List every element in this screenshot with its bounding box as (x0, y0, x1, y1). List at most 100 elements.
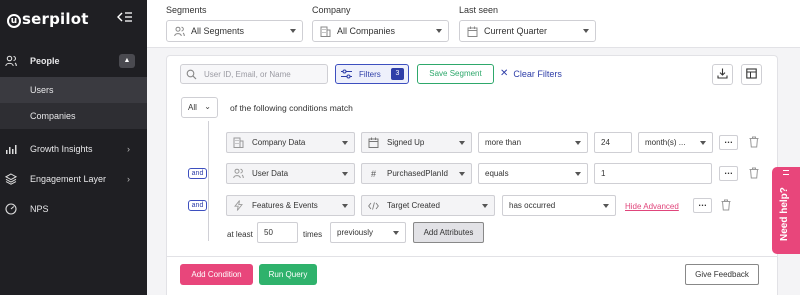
segments-value: All Segments (191, 26, 245, 36)
download-button[interactable] (712, 64, 733, 85)
caret-down-icon (482, 204, 488, 208)
table-columns-icon (746, 68, 757, 81)
company-filter: Company All Companies (312, 5, 449, 42)
condition-operator-value: equals (485, 169, 509, 178)
sidebar-item-engagement-layer[interactable]: Engagement Layer › (0, 166, 147, 192)
logo-mark: u (7, 14, 21, 28)
condition-property-value: Target Created (387, 201, 440, 210)
logo[interactable]: u serpilot (7, 10, 89, 28)
match-quantifier-value: All (188, 103, 197, 112)
condition-property-dropdown[interactable]: Signed Up (361, 132, 472, 153)
sidebar: u serpilot People ▲ Users Companies Growt… (0, 0, 147, 295)
segment-builder-card: Filters 3 Save Segment ✕ Clear Filters A… (166, 55, 778, 295)
segments-label: Segments (166, 5, 207, 15)
caret-down-icon (342, 141, 348, 145)
chevron-right-icon: › (127, 174, 130, 184)
sidebar-item-growth-insights[interactable]: Growth Insights › (0, 136, 147, 162)
trash-icon[interactable] (721, 199, 731, 211)
add-attributes-button[interactable]: Add Attributes (413, 222, 484, 243)
condition-property-value: PurchasedPlanId (387, 169, 448, 178)
columns-button[interactable] (741, 64, 762, 85)
building-icon (233, 137, 244, 148)
condition-source-dropdown[interactable]: User Data (226, 163, 355, 184)
calendar-icon (467, 26, 478, 37)
collapse-sidebar-icon[interactable] (117, 11, 135, 25)
match-quantifier-dropdown[interactable]: All ⌄ (181, 97, 218, 118)
chevron-down-icon: ⌄ (204, 102, 211, 111)
condition-property-value: Signed Up (387, 138, 425, 147)
hide-advanced-link[interactable]: Hide Advanced (625, 202, 679, 211)
run-query-button[interactable]: Run Query (259, 264, 317, 285)
code-icon (368, 200, 379, 211)
condition-operator-value: more than (485, 138, 522, 147)
at-least-label: at least (227, 230, 253, 239)
sidebar-item-users[interactable]: Users (0, 77, 147, 103)
add-condition-button[interactable]: Add Condition (180, 264, 253, 285)
sidebar-item-nps[interactable]: NPS (0, 196, 147, 222)
condition-unit-value: month(s) ... (645, 138, 686, 147)
give-feedback-button[interactable]: Give Feedback (685, 264, 759, 285)
caret-down-icon (342, 172, 348, 176)
clear-filters-button[interactable]: ✕ Clear Filters (500, 68, 562, 79)
condition-operator-dropdown[interactable]: equals (478, 163, 588, 184)
company-dropdown[interactable]: All Companies (312, 20, 449, 42)
download-icon (717, 68, 728, 81)
condition-unit-dropdown[interactable]: month(s) ... (638, 132, 713, 153)
caret-down-icon (459, 172, 465, 176)
condition-value-input[interactable]: 24 (594, 132, 632, 153)
need-help-tab[interactable]: Need help? (772, 167, 800, 254)
and-connector-badge: and (188, 168, 207, 179)
condition-more-button[interactable]: … (693, 198, 712, 213)
condition-connector-line (208, 121, 209, 241)
trash-icon[interactable] (749, 167, 759, 179)
caret-down-icon (459, 141, 465, 145)
layers-icon (5, 173, 17, 185)
search-input[interactable] (204, 69, 324, 79)
filters-label: Filters (359, 69, 381, 79)
trash-icon[interactable] (749, 136, 759, 148)
sidebar-item-people[interactable]: People ▲ (0, 48, 147, 74)
caret-down-icon (290, 29, 296, 33)
filters-button[interactable]: Filters 3 (335, 64, 409, 84)
last-seen-filter: Last seen Current Quarter (459, 5, 596, 42)
sidebar-item-companies[interactable]: Companies (0, 103, 147, 129)
segments-dropdown[interactable]: All Segments (166, 20, 303, 42)
period-dropdown[interactable]: previously (330, 222, 406, 243)
footer-divider (167, 256, 777, 257)
company-label: Company (312, 5, 351, 15)
chevron-up-icon[interactable]: ▲ (119, 54, 135, 68)
save-segment-button[interactable]: Save Segment (417, 64, 494, 84)
condition-more-button[interactable]: … (719, 135, 738, 150)
condition-source-value: Company Data (252, 138, 306, 147)
search-field[interactable] (180, 64, 328, 84)
last-seen-value: Current Quarter (484, 26, 548, 36)
caret-down-icon (700, 141, 706, 145)
occurrence-count-input[interactable]: 50 (257, 222, 298, 243)
period-value: previously (337, 228, 374, 237)
sidebar-item-label: Growth Insights (30, 144, 93, 154)
condition-source-value: Features & Events (252, 201, 318, 210)
logo-text: serpilot (22, 10, 89, 28)
search-icon (186, 69, 197, 80)
sidebar-item-label: Engagement Layer (30, 174, 107, 184)
condition-operator-dropdown[interactable]: has occurred (502, 195, 616, 216)
users-icon (233, 168, 244, 179)
chevron-right-icon: › (127, 144, 130, 154)
condition-source-dropdown[interactable]: Features & Events (226, 195, 355, 216)
match-row: All ⌄ of the following conditions match (181, 97, 353, 118)
caret-down-icon (436, 29, 442, 33)
condition-property-dropdown[interactable]: # PurchasedPlanId (361, 163, 472, 184)
condition-property-dropdown[interactable]: Target Created (361, 195, 495, 216)
caret-down-icon (342, 204, 348, 208)
condition-operator-dropdown[interactable]: more than (478, 132, 588, 153)
condition-source-value: User Data (252, 169, 289, 178)
sliders-icon (341, 69, 352, 79)
hash-icon: # (370, 168, 376, 179)
condition-source-dropdown[interactable]: Company Data (226, 132, 355, 153)
caret-down-icon (393, 231, 399, 235)
last-seen-dropdown[interactable]: Current Quarter (459, 20, 596, 42)
gauge-icon (5, 203, 17, 215)
condition-value-input[interactable]: 1 (594, 163, 712, 184)
condition-more-button[interactable]: … (719, 166, 738, 181)
and-connector-badge: and (188, 200, 207, 211)
